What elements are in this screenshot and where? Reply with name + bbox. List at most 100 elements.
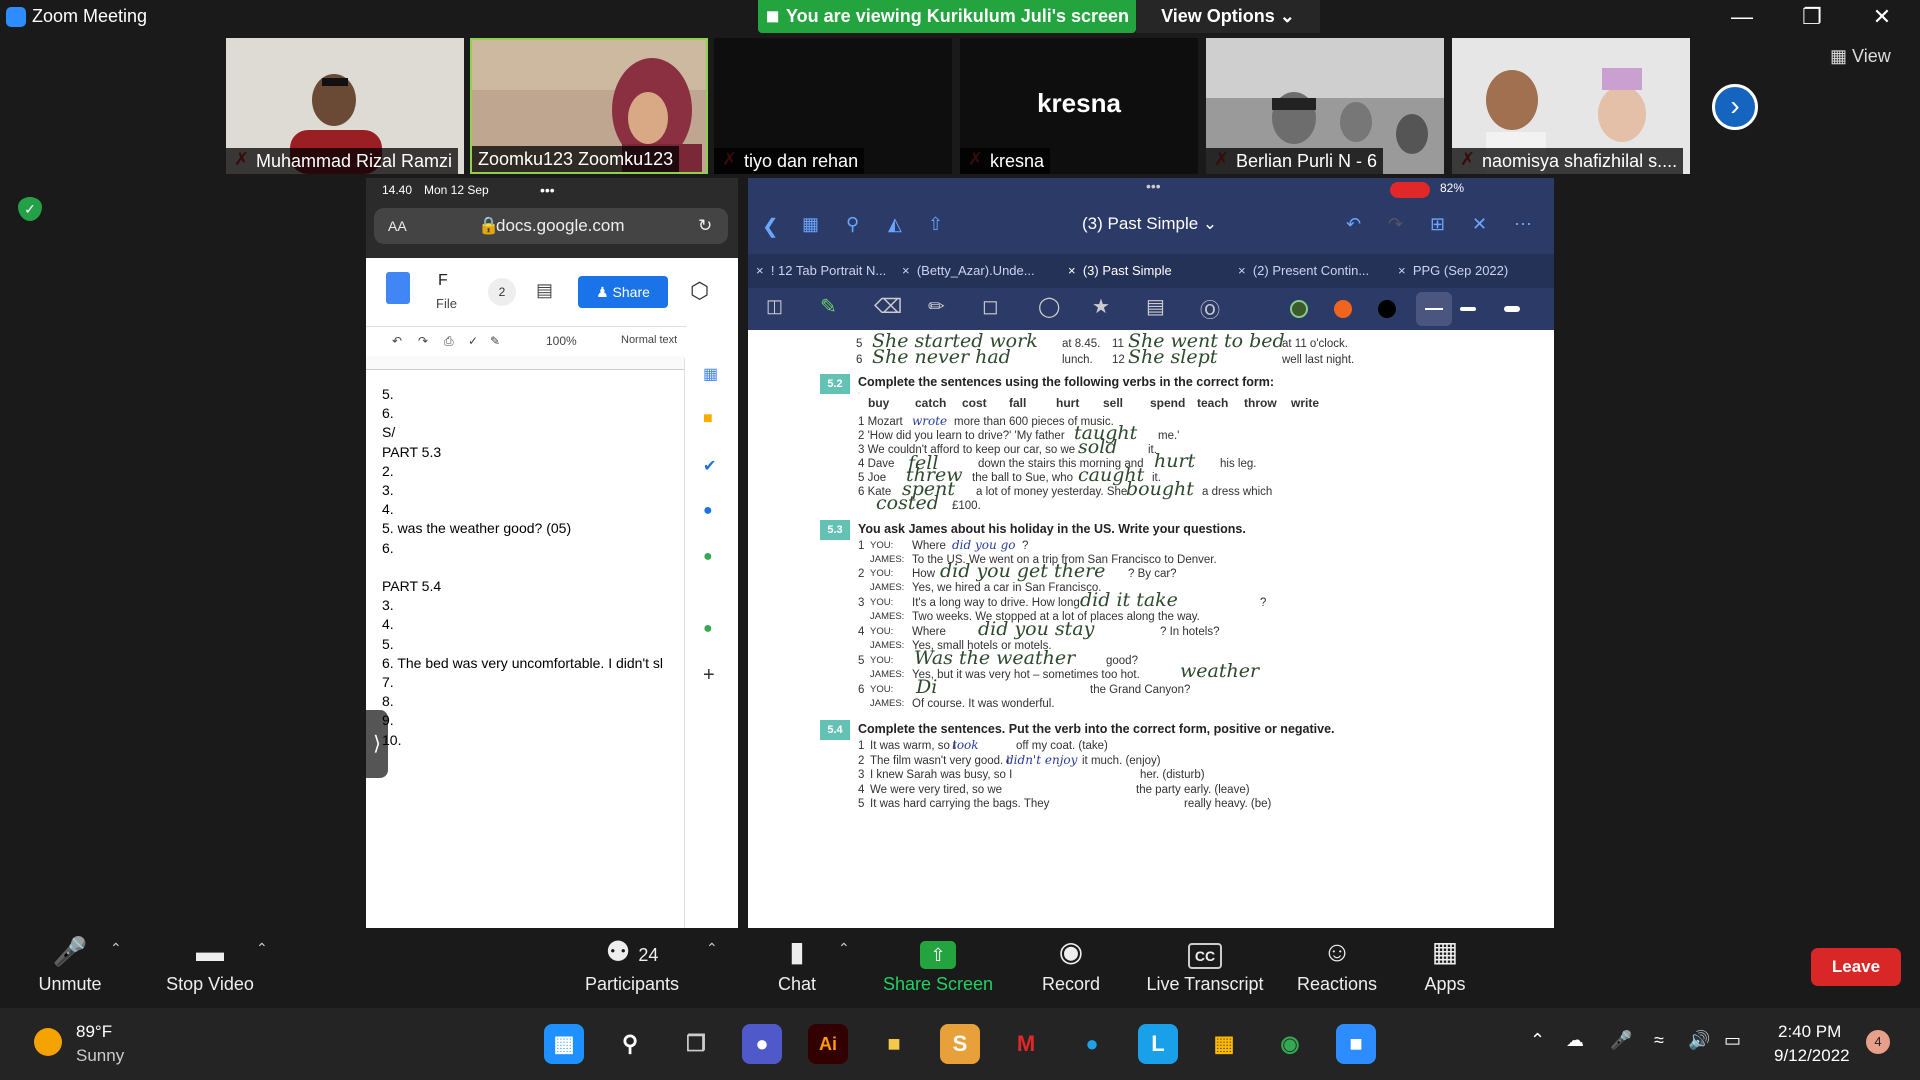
sidebar-icon[interactable]: ◫	[766, 296, 783, 317]
tasks-icon[interactable]: ✔	[703, 456, 716, 476]
sublime-icon[interactable]: S	[940, 1024, 980, 1064]
volume-icon[interactable]: 🔊	[1688, 1030, 1710, 1051]
notification-badge[interactable]: 4	[1866, 1030, 1890, 1054]
medium-stroke-option[interactable]	[1460, 307, 1476, 311]
chat-chevron-icon[interactable]: ⌃	[838, 940, 850, 957]
doc-title[interactable]: F	[438, 272, 448, 290]
weather-temp[interactable]: 89°F	[76, 1022, 112, 1042]
pen-icon[interactable]: ✎	[820, 294, 837, 319]
zoom-select[interactable]: 100%	[546, 334, 577, 348]
clock-date[interactable]: 9/12/2022	[1774, 1046, 1850, 1066]
view-options-button[interactable]: View Options ⌄	[1136, 0, 1320, 33]
apps-button[interactable]: ▦ Apps	[1410, 930, 1480, 1008]
minimize-icon[interactable]: —	[1722, 2, 1762, 32]
image-icon[interactable]: ▤	[1146, 294, 1165, 319]
file-menu[interactable]: File	[436, 296, 457, 311]
lasso-icon[interactable]: ◯	[1038, 294, 1060, 319]
store-icon[interactable]: ▦	[1204, 1024, 1244, 1064]
paint-format-icon[interactable]: ✎	[490, 334, 500, 348]
zoom-taskbar-icon[interactable]: ■	[1336, 1024, 1376, 1064]
bookmark-icon[interactable]: ◭	[888, 214, 902, 235]
l-app-icon[interactable]: L	[1138, 1024, 1178, 1064]
participant-tile-active-speaker[interactable]: Zoomku123 Zoomku123	[470, 38, 708, 174]
back-arrow-icon[interactable]: ❮	[762, 214, 779, 239]
illustrator-icon[interactable]: Ai	[808, 1024, 848, 1064]
thick-stroke-option[interactable]	[1504, 306, 1520, 312]
reader-aa-button[interactable]: AA	[388, 208, 407, 244]
undo-icon[interactable]: ↶	[1346, 214, 1361, 235]
share-button[interactable]: ♟ Share	[578, 276, 668, 308]
sticker-icon[interactable]: ★	[1092, 294, 1110, 319]
maps-icon[interactable]: ●	[703, 548, 713, 566]
chat-button[interactable]: ▮ Chat	[760, 930, 834, 1008]
participant-tile[interactable]: ✗ naomisya shafizhilal s....	[1452, 38, 1690, 174]
search-icon[interactable]: ⚲	[610, 1024, 650, 1064]
audio-options-chevron-icon[interactable]: ⌃	[110, 940, 122, 957]
onedrive-icon[interactable]: ☁	[1566, 1030, 1584, 1051]
close-icon[interactable]: ✕	[1862, 2, 1902, 32]
undo-icon[interactable]: ↶	[392, 334, 402, 348]
leave-button[interactable]: Leave	[1811, 948, 1901, 986]
participants-chevron-icon[interactable]: ⌃	[706, 940, 718, 957]
file-explorer-icon[interactable]: ■	[874, 1024, 914, 1064]
battery-icon[interactable]: ▭	[1724, 1030, 1741, 1051]
comment-count-badge[interactable]: 2	[488, 278, 516, 306]
participant-tile[interactable]: ✗ Berlian Purli N - 6	[1206, 38, 1444, 174]
share-screen-button[interactable]: ⇧ Share Screen	[876, 930, 1000, 1008]
tab[interactable]: × (2) Present Contin...	[1238, 254, 1388, 288]
tab-active[interactable]: × (3) Past Simple	[1068, 254, 1218, 288]
start-icon[interactable]: ▦	[544, 1024, 584, 1064]
wifi-icon[interactable]: ≈	[1654, 1030, 1664, 1051]
add-page-icon[interactable]: ⊞	[1430, 214, 1445, 235]
live-transcript-button[interactable]: CC Live Transcript	[1138, 930, 1272, 1008]
teams-icon[interactable]: ●	[742, 1024, 782, 1064]
print-icon[interactable]: ⎙	[444, 334, 454, 349]
calendar-icon[interactable]: ▦	[703, 364, 718, 384]
participant-tile[interactable]: ✗ Muhammad Rizal Ramzi	[226, 38, 464, 174]
color-green-swatch[interactable]	[1290, 300, 1308, 318]
chrome-icon[interactable]: ◉	[1270, 1024, 1310, 1064]
edge-icon[interactable]: ●	[1072, 1024, 1112, 1064]
close-icon[interactable]: ✕	[1472, 214, 1487, 235]
gallery-view-button[interactable]: ▦ View	[1830, 46, 1891, 67]
grid-icon[interactable]: ▦	[802, 214, 819, 235]
redo-icon[interactable]: ↷	[1388, 214, 1403, 235]
weather-desc[interactable]: Sunny	[76, 1046, 124, 1066]
stop-video-button[interactable]: ▬ Stop Video	[150, 930, 270, 1008]
record-button[interactable]: ◉ Record	[1030, 930, 1112, 1008]
eraser-icon[interactable]: ⌫	[874, 294, 902, 319]
text-tool-icon[interactable]: Ⓞ	[1200, 294, 1220, 323]
redo-icon[interactable]: ↷	[418, 334, 428, 348]
add-icon[interactable]: +	[703, 664, 715, 687]
more-dots-icon[interactable]: •••	[540, 178, 555, 202]
task-view-icon[interactable]: ❐	[676, 1024, 716, 1064]
more-icon[interactable]: ⋯	[1514, 214, 1532, 235]
mcafee-icon[interactable]: M	[1006, 1024, 1046, 1064]
shapes-icon[interactable]: ◻	[982, 294, 999, 319]
restore-icon[interactable]: ❐	[1792, 2, 1832, 32]
thin-stroke-option[interactable]	[1416, 292, 1452, 326]
highlighter-icon[interactable]: ✏	[928, 294, 945, 319]
tab[interactable]: × PPG (Sep 2022)	[1398, 254, 1548, 288]
video-options-chevron-icon[interactable]: ⌃	[256, 940, 268, 957]
tab[interactable]: × (Betty_Azar).Unde...	[902, 254, 1062, 288]
clock-time[interactable]: 2:40 PM	[1778, 1022, 1841, 1042]
url-bar[interactable]: AA 🔒 docs.google.com ↻	[374, 208, 728, 244]
color-black-swatch[interactable]	[1378, 300, 1396, 318]
addon-icon[interactable]: ●	[703, 620, 713, 638]
tab[interactable]: × ! 12 Tab Portrait N...	[756, 254, 896, 288]
contacts-icon[interactable]: ●	[703, 502, 713, 520]
mic-icon[interactable]: 🎤	[1610, 1030, 1632, 1051]
security-shield-icon[interactable]: ✓	[18, 197, 42, 221]
share-icon[interactable]: ⇧	[928, 214, 943, 235]
participant-tile[interactable]: ✗ tiyo dan rehan	[714, 38, 952, 174]
doc-title[interactable]: (3) Past Simple ⌄	[1082, 214, 1217, 234]
style-select[interactable]: Normal text	[621, 334, 677, 346]
search-icon[interactable]: ⚲	[846, 214, 859, 235]
participants-button[interactable]: ⚉ 24 Participants	[570, 930, 694, 1008]
reactions-button[interactable]: ☺ Reactions	[1290, 930, 1384, 1008]
next-page-arrow-icon[interactable]: ›	[1712, 84, 1758, 130]
spellcheck-icon[interactable]: ✓	[468, 334, 478, 348]
tray-overflow-icon[interactable]: ⌃	[1530, 1030, 1545, 1051]
color-orange-swatch[interactable]	[1334, 300, 1352, 318]
